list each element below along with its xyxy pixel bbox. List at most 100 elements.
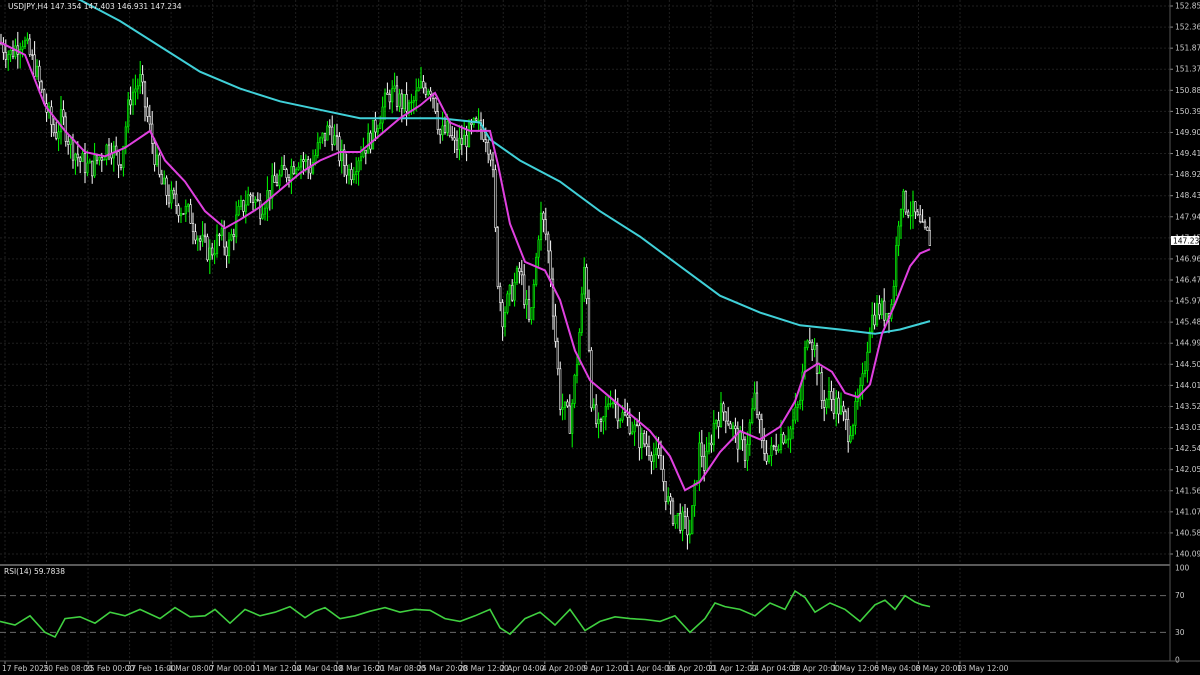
price-tick-label: 146.960 <box>1175 254 1200 263</box>
candle-body <box>501 302 504 328</box>
candle-body <box>875 303 879 326</box>
candle-body <box>230 234 233 241</box>
time-tick-label: 17 Feb 2025 <box>2 664 49 673</box>
candle-body <box>568 405 571 434</box>
candle-body <box>916 211 919 216</box>
candle-body <box>199 238 202 242</box>
candle-body <box>914 201 917 213</box>
candle-body <box>295 169 298 174</box>
candle-body <box>842 405 845 413</box>
candle-body <box>350 169 353 181</box>
candle-body <box>388 94 391 103</box>
candle-body <box>451 135 454 139</box>
candle-body <box>928 230 931 246</box>
candle-body <box>712 422 715 446</box>
candle-body <box>566 401 569 407</box>
candle-body <box>830 391 833 400</box>
candle-body <box>513 281 516 301</box>
rsi-tick-label: 70 <box>1175 591 1185 600</box>
candle-body <box>832 399 835 414</box>
candle-body <box>592 404 595 409</box>
time-tick-label: 6 May 04:00 <box>874 664 921 673</box>
candle-body <box>352 174 355 181</box>
candle-body <box>415 90 418 101</box>
price-tick-label: 144.500 <box>1175 360 1200 369</box>
price-tick-label: 147.940 <box>1175 212 1200 221</box>
candle-body <box>278 174 281 186</box>
candle-body <box>117 151 120 166</box>
candle-body <box>789 428 792 440</box>
candle-body <box>254 199 257 203</box>
candle-body <box>321 132 324 139</box>
candle-body <box>851 425 855 436</box>
price-tick-label: 144.990 <box>1175 339 1200 348</box>
candle-body <box>271 175 274 199</box>
candle <box>64 112 67 147</box>
candle-body <box>410 101 413 104</box>
candle-body <box>146 106 149 117</box>
rsi-header: RSI(14) 59.7838 <box>4 567 65 576</box>
candle-body <box>527 299 531 320</box>
candle-body <box>921 221 924 223</box>
candle-body <box>770 445 773 456</box>
candle-body <box>67 141 70 145</box>
candle-body <box>547 233 550 252</box>
candle-body <box>35 65 39 77</box>
candle-body <box>645 443 648 448</box>
candle-body <box>748 422 751 445</box>
candle-body <box>316 142 319 156</box>
candle-body <box>374 119 377 133</box>
candle-body <box>700 442 703 457</box>
candle-body <box>643 433 646 445</box>
price-tick-label: 142.050 <box>1175 465 1200 474</box>
candle-body <box>777 449 780 451</box>
candle-body <box>91 160 94 177</box>
candle-body <box>554 315 557 342</box>
candle-body <box>542 212 545 220</box>
candle-body <box>563 401 567 408</box>
candle-body <box>419 81 423 88</box>
candle-body <box>484 139 487 143</box>
candle-body <box>9 50 12 55</box>
candle-body <box>679 513 682 531</box>
candle-body <box>393 85 396 90</box>
candle <box>158 152 161 178</box>
time-tick-label: 9 Apr 12:00 <box>583 664 627 673</box>
candle-body <box>417 86 420 92</box>
candle <box>691 505 694 535</box>
candle-body <box>791 419 795 430</box>
candle-body <box>477 119 480 122</box>
candle-body <box>667 496 670 502</box>
price-tick-label: 149.410 <box>1175 149 1200 158</box>
candle-body <box>119 164 123 168</box>
candle-body <box>919 214 922 223</box>
candle-body <box>815 345 819 375</box>
candle-body <box>751 408 754 424</box>
candle-body <box>604 406 607 418</box>
candle-body <box>595 404 598 425</box>
candle <box>904 190 907 215</box>
candle <box>434 97 437 114</box>
candle-body <box>808 340 811 343</box>
candle-body <box>794 407 797 421</box>
candle-body <box>275 182 279 186</box>
candle-body <box>383 92 387 108</box>
candle-body <box>635 424 639 426</box>
candle-body <box>775 445 778 451</box>
candle-body <box>160 174 163 185</box>
candle-body <box>196 238 199 241</box>
price-tick-label: 145.480 <box>1175 318 1200 327</box>
candle-body <box>767 455 771 462</box>
candle-body <box>52 124 55 134</box>
candle <box>587 289 591 353</box>
rsi-tick-label: 0 <box>1175 656 1180 665</box>
candle-body <box>256 199 259 201</box>
candle-body <box>302 159 305 162</box>
candle-body <box>446 121 449 133</box>
candle-body <box>242 200 245 212</box>
candle-body <box>467 122 471 148</box>
candle-body <box>23 40 27 47</box>
candle-body <box>813 345 816 350</box>
candle-body <box>827 391 831 400</box>
candle-body <box>717 420 720 427</box>
